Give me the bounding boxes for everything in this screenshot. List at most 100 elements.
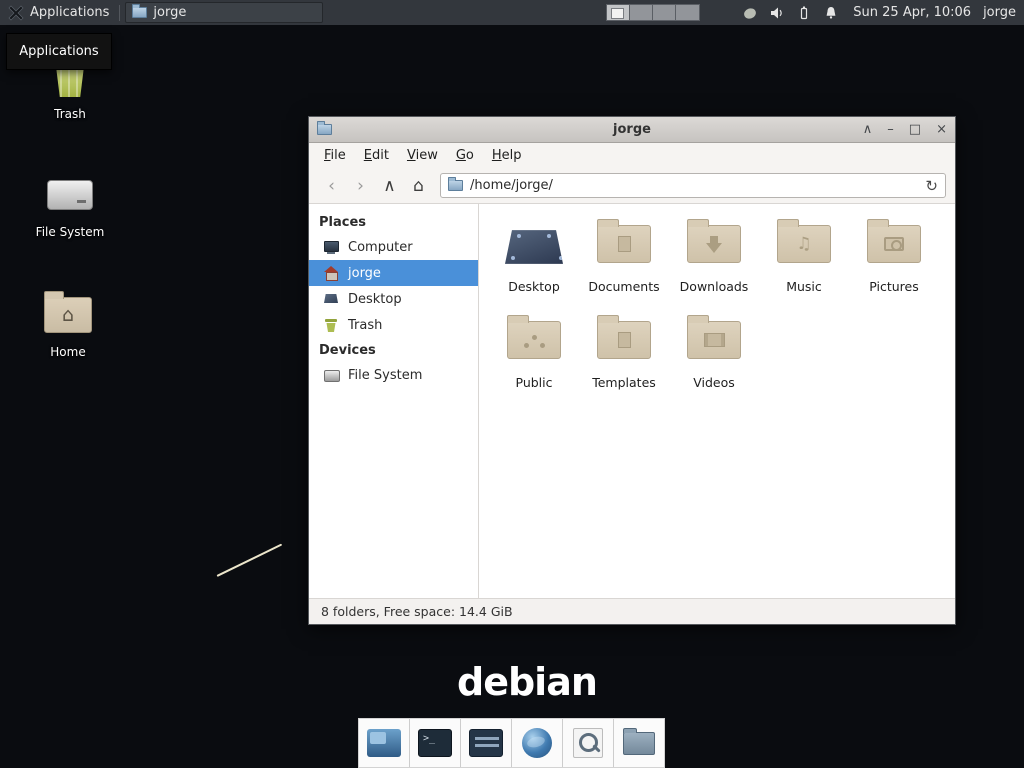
folder-publicshare-icon (507, 312, 561, 368)
menu-edit[interactable]: Edit (355, 145, 398, 166)
folder-label: Public (516, 375, 553, 390)
cursor-artifact-line (217, 544, 283, 577)
folder-label: Desktop (508, 279, 560, 294)
folder-pictures-icon (867, 216, 921, 272)
drive-icon (47, 172, 93, 218)
window-titlebar[interactable]: jorge ∧ – □ × (309, 117, 955, 143)
forward-button[interactable]: › (347, 173, 374, 199)
file-view: Desktop Documents Downloads (479, 204, 955, 598)
notifications-bell-icon[interactable] (823, 5, 839, 21)
sidebar-item-label: Desktop (348, 292, 402, 307)
workspace-cell-1[interactable] (607, 5, 630, 20)
applications-menu-icon (8, 5, 24, 21)
folder-item-public[interactable]: Public (489, 312, 579, 408)
back-icon: ‹ (328, 176, 335, 196)
trash-icon (323, 317, 339, 333)
window-title: jorge (309, 122, 955, 137)
desktop-root: Applications jorge (0, 0, 1024, 768)
drive-icon (323, 367, 339, 383)
applications-menu-button[interactable]: Applications (0, 0, 117, 25)
sidebar-header-places: Places (309, 210, 478, 234)
close-button[interactable]: × (936, 117, 947, 143)
top-panel: Applications jorge (0, 0, 1024, 25)
workspace-cell-3[interactable] (653, 5, 676, 20)
status-text: 8 folders, Free space: 14.4 GiB (321, 604, 513, 619)
folder-item-pictures[interactable]: Pictures (849, 216, 939, 312)
battery-icon[interactable] (796, 5, 812, 21)
desktop-icon-file-system[interactable]: File System (24, 172, 116, 239)
debian-logo: debian (457, 660, 597, 704)
clock[interactable]: Sun 25 Apr, 10:06 (853, 5, 971, 20)
menubar: File Edit View Go Help (309, 143, 955, 168)
terminal-launcher[interactable]: >_ (410, 719, 460, 767)
workspace-pager (606, 4, 700, 21)
sidebar: Places Computer jorge Desktop Trash (309, 204, 479, 598)
desktop-icon-label: Home (50, 345, 85, 359)
folder-music-icon: ♫ (777, 216, 831, 272)
sidebar-item-label: Computer (348, 240, 413, 255)
path-input[interactable] (470, 178, 918, 193)
desktop-icon-home[interactable]: ⌂ Home (22, 292, 114, 359)
sidebar-item-desktop[interactable]: Desktop (309, 286, 478, 312)
desktop-icon (323, 291, 339, 307)
folder-item-templates[interactable]: Templates (579, 312, 669, 408)
sidebar-header-devices: Devices (309, 338, 478, 362)
folder-item-documents[interactable]: Documents (579, 216, 669, 312)
folder-item-downloads[interactable]: Downloads (669, 216, 759, 312)
home-button[interactable]: ⌂ (405, 173, 432, 199)
menu-help[interactable]: Help (483, 145, 531, 166)
file-manager-launcher[interactable] (614, 719, 664, 767)
show-desktop-launcher[interactable] (359, 719, 409, 767)
menu-file[interactable]: File (315, 145, 355, 166)
folder-download-icon (687, 216, 741, 272)
sidebar-item-file-system[interactable]: File System (309, 362, 478, 388)
folder-label: Music (786, 279, 822, 294)
file-manager-window: jorge ∧ – □ × File Edit View Go Help ‹ ›… (308, 116, 956, 625)
taskbar-window-icon (132, 7, 147, 18)
workspace-cell-2[interactable] (630, 5, 653, 20)
volume-icon[interactable] (769, 5, 785, 21)
tooltip-text: Applications (19, 44, 98, 59)
folder-label: Templates (592, 375, 656, 390)
applications-menu-label: Applications (30, 5, 109, 20)
shade-button[interactable]: ∧ (863, 117, 873, 143)
folder-item-desktop[interactable]: Desktop (489, 216, 579, 312)
reload-button[interactable]: ↻ (925, 177, 938, 195)
user-menu[interactable]: jorge (983, 5, 1016, 20)
window-controls: ∧ – □ × (863, 117, 947, 143)
workspace-cell-4[interactable] (676, 5, 699, 20)
sidebar-item-label: File System (348, 368, 422, 383)
folder-label: Downloads (680, 279, 749, 294)
sidebar-item-jorge[interactable]: jorge (309, 260, 478, 286)
sidebar-item-computer[interactable]: Computer (309, 234, 478, 260)
folder-label: Videos (693, 375, 735, 390)
folder-label: Documents (588, 279, 659, 294)
globe-icon (522, 728, 552, 758)
up-icon: ∧ (383, 176, 395, 196)
minimize-button[interactable]: – (887, 117, 894, 143)
folder-icon (623, 732, 655, 755)
home-icon: ⌂ (413, 176, 424, 196)
sidebar-item-trash[interactable]: Trash (309, 312, 478, 338)
pathbar[interactable]: ↻ (440, 173, 946, 198)
web-browser-launcher[interactable] (512, 719, 562, 767)
back-button[interactable]: ‹ (318, 173, 345, 199)
folder-item-videos[interactable]: Videos (669, 312, 759, 408)
input-device-tray-icon[interactable] (742, 5, 758, 21)
toolbar: ‹ › ∧ ⌂ ↻ (309, 168, 955, 204)
folder-item-music[interactable]: ♫ Music (759, 216, 849, 312)
statusbar: 8 folders, Free space: 14.4 GiB (309, 598, 955, 624)
console-launcher[interactable] (461, 719, 511, 767)
computer-icon (323, 239, 339, 255)
menu-go[interactable]: Go (447, 145, 483, 166)
dock: >_ (358, 718, 665, 768)
sidebar-item-label: Trash (348, 318, 382, 333)
app-finder-launcher[interactable] (563, 719, 613, 767)
desktop-icon-label: Trash (54, 107, 86, 121)
menu-view[interactable]: View (398, 145, 447, 166)
up-button[interactable]: ∧ (376, 173, 403, 199)
maximize-button[interactable]: □ (909, 117, 921, 143)
taskbar-window-button[interactable]: jorge (125, 2, 323, 23)
taskbar-window-label: jorge (153, 5, 186, 20)
home-folder-icon: ⌂ (44, 292, 92, 338)
